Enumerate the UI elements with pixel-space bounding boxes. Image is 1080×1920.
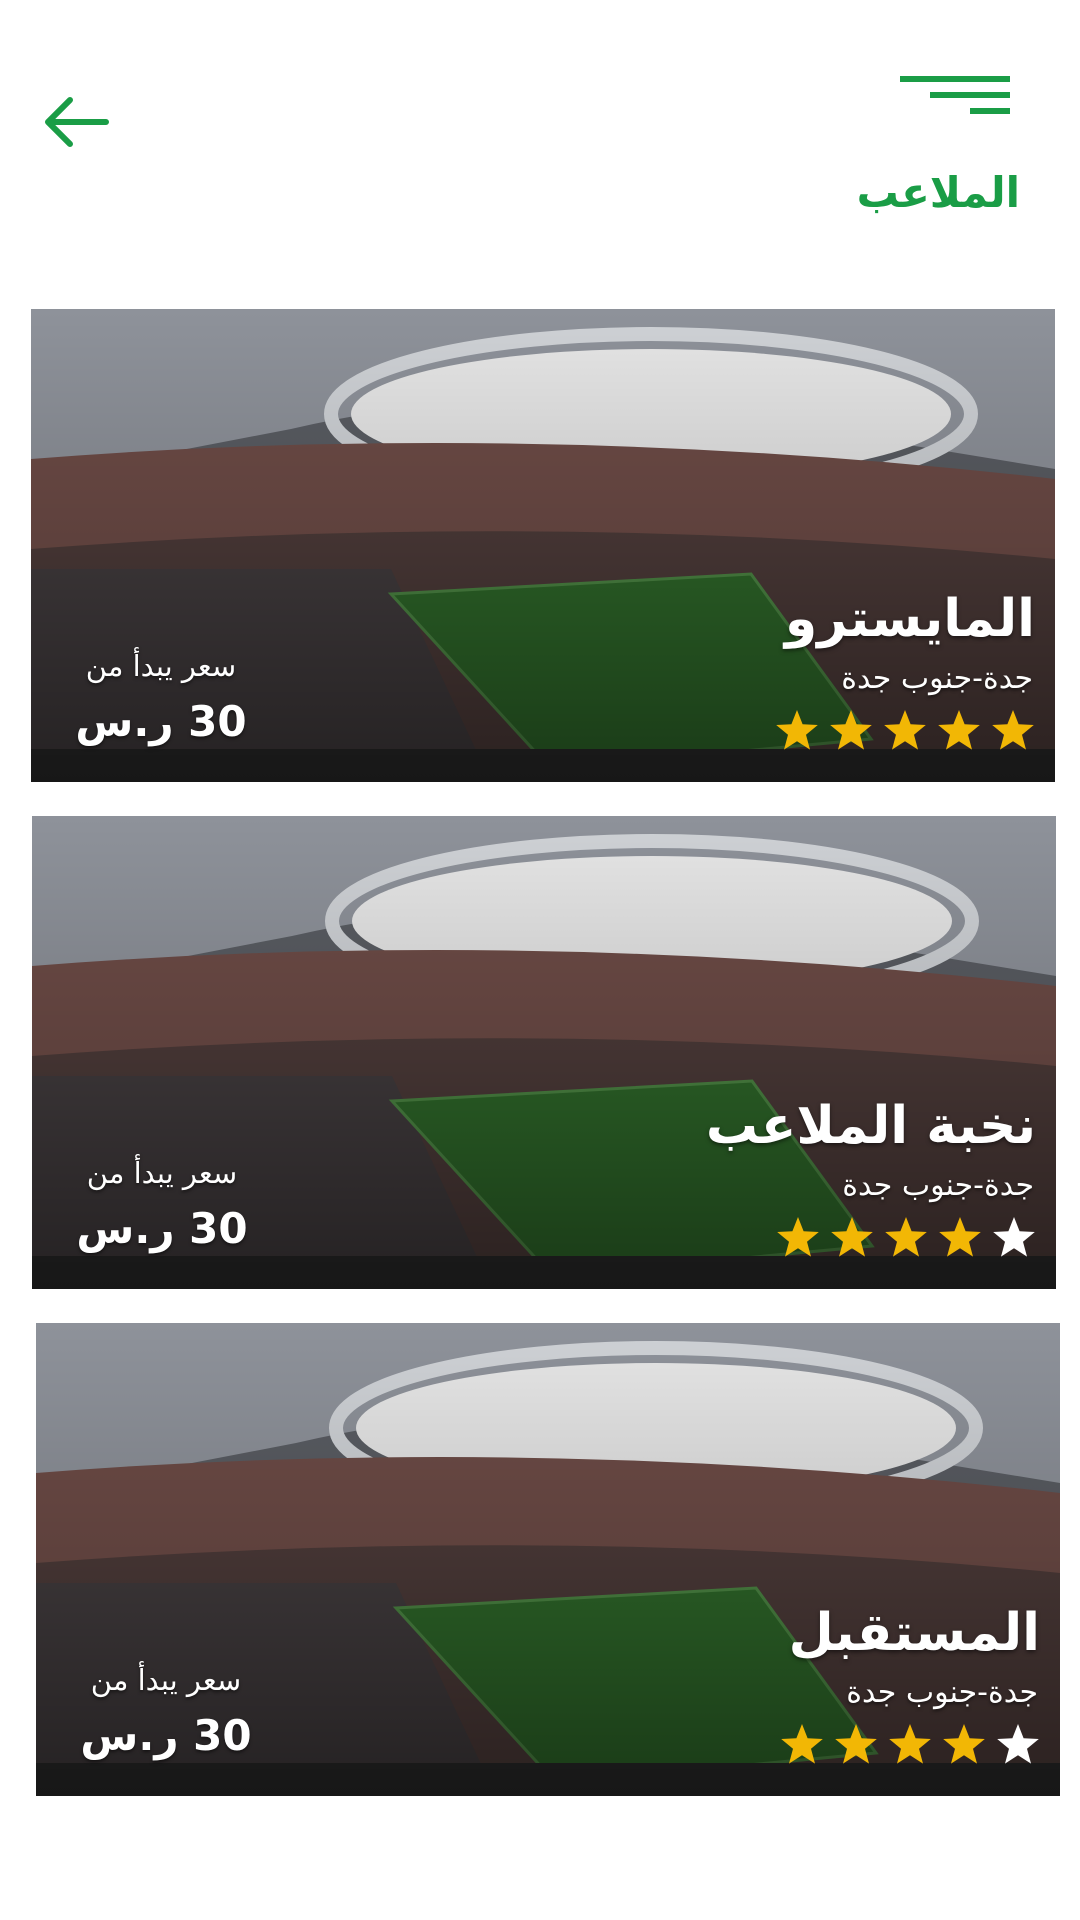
price-label: سعر يبدأ من [85, 649, 237, 683]
star-icon [831, 1217, 873, 1257]
price-value: 30 ر.س [80, 1711, 252, 1760]
star-icon [830, 710, 872, 750]
venue-location: جدة-جنوب جدة [841, 661, 1033, 696]
price-label: سعر يبدأ من [86, 1156, 238, 1190]
star-icon [835, 1724, 877, 1764]
venue-name: المايسترو [784, 589, 1035, 649]
venue-card[interactable]: نخبة الملاعب جدة-جنوب جدة سعر يبدأ من 30… [32, 816, 1056, 1289]
star-icon [777, 1217, 819, 1257]
menu-icon [900, 76, 1010, 114]
star-icon [884, 710, 926, 750]
page-title: الملاعب [856, 168, 1020, 217]
venue-name: المستقبل [788, 1603, 1040, 1663]
venue-card[interactable]: المستقبل جدة-جنوب جدة سعر يبدأ من 30 ر.س [36, 1323, 1060, 1796]
arrow-left-icon [45, 97, 109, 147]
star-icon [885, 1217, 927, 1257]
venue-name: نخبة الملاعب [705, 1096, 1036, 1156]
back-button[interactable] [40, 92, 110, 152]
price-value: 30 ر.س [75, 697, 247, 746]
star-icon [939, 1217, 981, 1257]
star-icon [993, 1217, 1035, 1257]
star-rating [774, 1214, 1038, 1262]
star-icon [781, 1724, 823, 1764]
venue-location: جدة-جنوب جدة [846, 1675, 1038, 1710]
star-icon [889, 1724, 931, 1764]
venues-screen: الملاعب المايسترو جدة-جنوب جدة سعر يبدأ … [0, 0, 1080, 1920]
star-icon [938, 710, 980, 750]
price-label: سعر يبدأ من [90, 1663, 242, 1697]
star-icon [943, 1724, 985, 1764]
star-icon [776, 710, 818, 750]
venue-card[interactable]: المايسترو جدة-جنوب جدة سعر يبدأ من 30 ر.… [31, 309, 1055, 782]
venue-location: جدة-جنوب جدة [842, 1168, 1034, 1203]
star-rating [778, 1721, 1042, 1769]
price-value: 30 ر.س [76, 1204, 248, 1253]
star-icon [992, 710, 1034, 750]
star-icon [997, 1724, 1039, 1764]
star-rating [773, 707, 1037, 755]
menu-button[interactable] [900, 72, 1015, 122]
